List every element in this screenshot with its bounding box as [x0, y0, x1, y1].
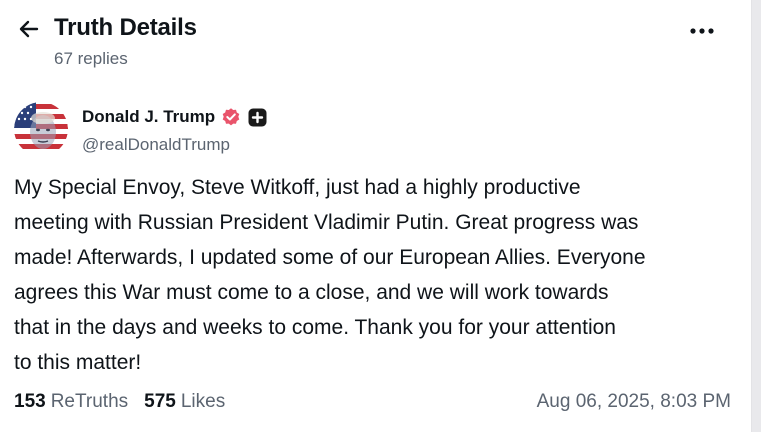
likes-stat[interactable]: 575 Likes: [144, 391, 225, 413]
post-text-line: that in the days and weeks to come. Than…: [14, 316, 616, 339]
retruths-stat[interactable]: 153 ReTruths: [14, 391, 128, 413]
plus-badge-icon: [247, 107, 267, 127]
post-timestamp: Aug 06, 2025, 8:03 PM: [536, 391, 731, 412]
arrow-left-icon: [19, 20, 39, 38]
likes-count: 575: [144, 391, 176, 412]
author-handle[interactable]: @realDonaldTrump: [82, 134, 230, 156]
page-header: Truth Details 67 replies: [0, 0, 752, 82]
post-text-line: My Special Envoy, Steve Witkoff, just ha…: [14, 176, 581, 199]
retruths-count: 153: [14, 391, 46, 412]
post-detail-panel: Truth Details 67 replies Donald J. Trump…: [0, 0, 752, 432]
author-name[interactable]: Donald J. Trump: [82, 106, 215, 128]
retruths-label: ReTruths: [50, 391, 129, 412]
back-button[interactable]: [14, 14, 44, 44]
post-stats: 153 ReTruths 575 Likes: [14, 388, 225, 416]
post-text-line: made! Afterwards, I updated some of our …: [14, 246, 646, 269]
avatar[interactable]: [14, 102, 68, 156]
post-text-line: to this matter!: [14, 351, 142, 374]
author-name-row: Donald J. Trump: [82, 106, 267, 128]
likes-label: Likes: [180, 391, 226, 412]
page-title: Truth Details: [54, 14, 197, 41]
reply-count[interactable]: 67 replies: [54, 48, 128, 70]
post-text-line: meeting with Russian President Vladimir …: [14, 211, 639, 234]
verified-badge-icon: [221, 107, 241, 127]
more-horizontal-icon: [690, 28, 714, 34]
avatar-image: [14, 102, 68, 156]
post-body: My Special Envoy, Steve Witkoff, just ha…: [14, 170, 738, 380]
post-author: Donald J. Trump @realDonaldTrump: [14, 102, 714, 160]
post-text-line: agrees this War must come to a close, an…: [14, 281, 609, 304]
more-options-button[interactable]: [682, 16, 722, 46]
